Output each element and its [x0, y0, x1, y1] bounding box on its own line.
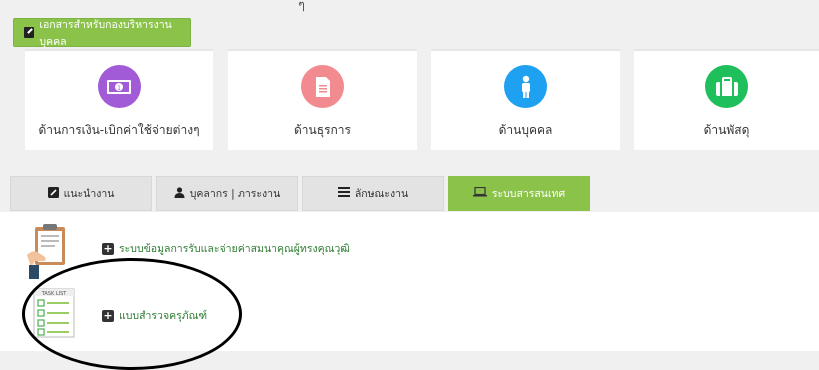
tab-introduction[interactable]: แนะนำงาน [10, 176, 152, 211]
card-personnel[interactable]: ด้านบุคคล [431, 49, 620, 150]
tab-information-system[interactable]: ระบบสารสนเทศ [448, 176, 590, 211]
card-admin-label: ด้านธุรการ [294, 123, 351, 137]
card-admin[interactable]: ด้านธุรการ [228, 49, 417, 150]
svg-text:1: 1 [117, 85, 121, 92]
tab-personnel-workload[interactable]: บุคลากร | ภาระงาน [156, 176, 298, 211]
tab-information-system-label: ระบบสารสนเทศ [491, 188, 566, 200]
tab-job-description-label: ลักษณะงาน [354, 188, 409, 200]
list-icon [337, 187, 350, 200]
personnel-docs-label: เอกสารสำหรับกองบริหารงานบุคคล [39, 18, 172, 48]
tab-introduction-label: แนะนำงาน [63, 188, 115, 200]
user-icon [174, 186, 185, 201]
money-icon: 1 [97, 65, 141, 108]
person-icon [504, 65, 547, 108]
tab-job-description[interactable]: ลักษณะงาน [302, 176, 444, 211]
briefcase-icon [705, 65, 748, 108]
tab-personnel-workload-label: บุคลากร | ภาระงาน [189, 188, 281, 200]
plus-icon: + [102, 241, 114, 255]
card-personnel-label: ด้านบุคคล [498, 123, 553, 137]
card-finance[interactable]: 1 ด้านการเงิน-เบิกค่าใช้จ่ายต่างๆ [25, 49, 213, 150]
edit-icon [47, 186, 59, 201]
personnel-docs-button[interactable]: เอกสารสำหรับกองบริหารงานบุคคล [13, 18, 191, 48]
tab-bar: แนะนำงาน บุคลากร | ภาระงาน ลักษณะงาน ระบ… [10, 176, 819, 213]
laptop-icon [472, 186, 487, 200]
document-icon [301, 65, 344, 108]
list-item: + ระบบข้อมูลการรับและจ่ายค่าสมนาคุณผู้ทร… [102, 240, 350, 257]
highlight-oval [22, 258, 242, 370]
card-supplies[interactable]: ด้านพัสดุ [634, 49, 819, 150]
edit-icon [24, 27, 35, 38]
top-glyph: ๆ [298, 0, 305, 13]
honorarium-system-link[interactable]: ระบบข้อมูลการรับและจ่ายค่าสมนาคุณผู้ทรงค… [119, 240, 350, 257]
card-finance-label: ด้านการเงิน-เบิกค่าใช้จ่ายต่างๆ [38, 123, 200, 137]
category-cards: 1 ด้านการเงิน-เบิกค่าใช้จ่ายต่างๆ ด้านธุ… [25, 49, 819, 150]
top-strip [0, 0, 819, 14]
card-supplies-label: ด้านพัสดุ [703, 123, 750, 137]
